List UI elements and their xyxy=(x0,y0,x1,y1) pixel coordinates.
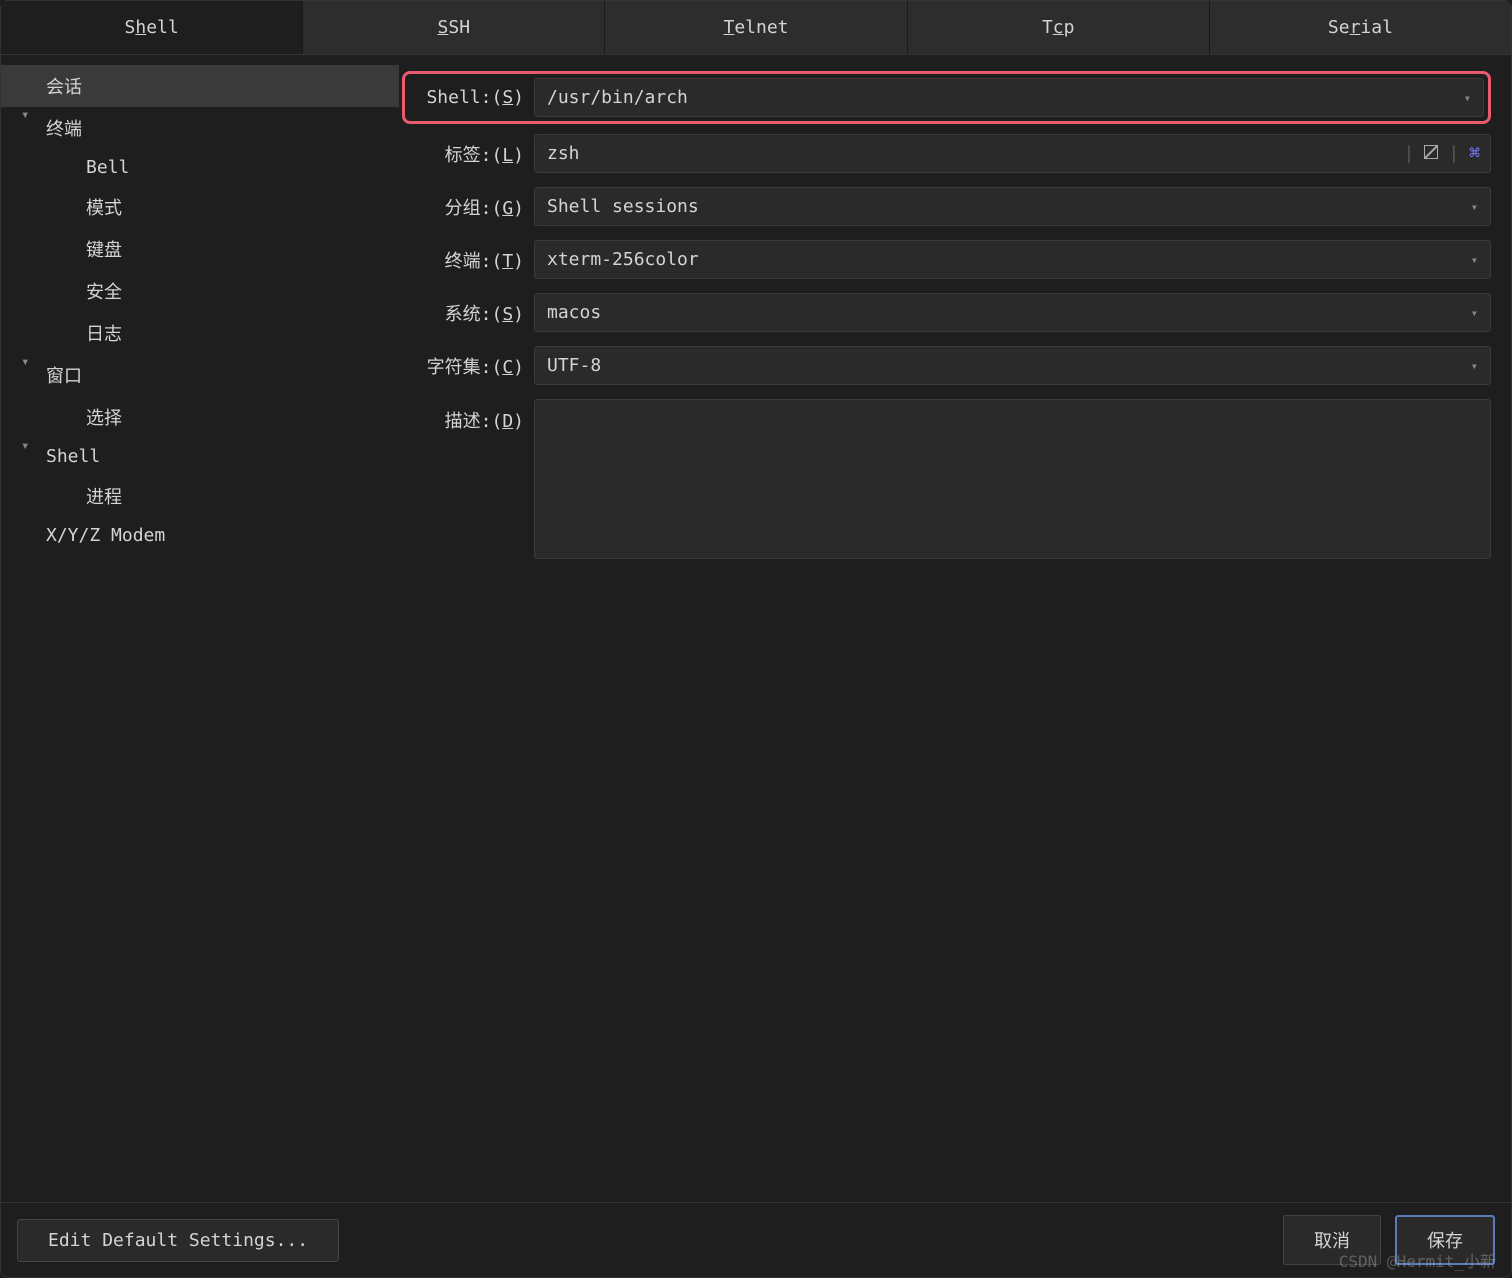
group-label: 分组:(G) xyxy=(409,194,534,220)
sidebar-item-mode[interactable]: 模式 xyxy=(1,186,399,228)
system-value: macos xyxy=(547,302,601,323)
label-label: 标签:(L) xyxy=(409,141,534,167)
chevron-down-icon[interactable]: ▾ xyxy=(21,107,29,123)
cancel-button[interactable]: 取消 xyxy=(1283,1215,1381,1265)
charset-select[interactable]: UTF-8 ▾ xyxy=(534,346,1491,385)
form-row-label: 标签:(L) | | ⌘ xyxy=(409,134,1491,173)
terminal-select[interactable]: xterm-256color ▾ xyxy=(534,240,1491,279)
group-select[interactable]: Shell sessions ▾ xyxy=(534,187,1491,226)
charset-value: UTF-8 xyxy=(547,355,601,376)
sidebar-item-shell[interactable]: Shell xyxy=(1,438,399,475)
sidebar-item-xyz-modem[interactable]: X/Y/Z Modem xyxy=(1,517,399,554)
form-row-description: 描述:(D) xyxy=(409,399,1491,559)
label-input[interactable] xyxy=(535,135,1403,172)
settings-tree: 会话 ▾终端 Bell 模式 键盘 安全 日志 ▾窗口 选择 ▾Shell 进程… xyxy=(1,55,399,1202)
footer: Edit Default Settings... 取消 保存 xyxy=(1,1202,1511,1277)
shell-select[interactable]: /usr/bin/arch ▾ xyxy=(534,78,1484,117)
system-label: 系统:(S) xyxy=(409,300,534,326)
sidebar-item-bell[interactable]: Bell xyxy=(1,149,399,186)
sidebar-item-session[interactable]: 会话 xyxy=(1,65,399,107)
terminal-value: xterm-256color xyxy=(547,249,699,270)
form-row-group: 分组:(G) Shell sessions ▾ xyxy=(409,187,1491,226)
content-area: 会话 ▾终端 Bell 模式 键盘 安全 日志 ▾窗口 选择 ▾Shell 进程… xyxy=(1,55,1511,1202)
form-row-shell: Shell:(S) /usr/bin/arch ▾ xyxy=(402,71,1491,124)
tab-serial[interactable]: Serial xyxy=(1210,1,1511,54)
tab-shell[interactable]: Shell xyxy=(1,1,303,54)
system-select[interactable]: macos ▾ xyxy=(534,293,1491,332)
tab-telnet[interactable]: Telnet xyxy=(605,1,907,54)
connection-type-tabs: Shell SSH Telnet Tcp Serial xyxy=(1,1,1511,55)
shell-value: /usr/bin/arch xyxy=(547,87,688,108)
sidebar-item-keyboard[interactable]: 键盘 xyxy=(1,228,399,270)
chevron-down-icon: ▾ xyxy=(1471,306,1478,320)
chevron-down-icon[interactable]: ▾ xyxy=(21,354,29,370)
chevron-down-icon: ▾ xyxy=(1471,200,1478,214)
form-row-terminal: 终端:(T) xterm-256color ▾ xyxy=(409,240,1491,279)
charset-label: 字符集:(C) xyxy=(409,353,534,379)
sidebar-item-window[interactable]: 窗口 xyxy=(1,354,399,396)
form-row-charset: 字符集:(C) UTF-8 ▾ xyxy=(409,346,1491,385)
sidebar-item-selection[interactable]: 选择 xyxy=(1,396,399,438)
sidebar-item-security[interactable]: 安全 xyxy=(1,270,399,312)
chevron-down-icon: ▾ xyxy=(1464,91,1471,105)
form-row-system: 系统:(S) macos ▾ xyxy=(409,293,1491,332)
label-input-wrap: | | ⌘ xyxy=(534,134,1491,173)
tab-tcp[interactable]: Tcp xyxy=(908,1,1210,54)
settings-window: Shell SSH Telnet Tcp Serial 会话 ▾终端 Bell … xyxy=(0,0,1512,1278)
chevron-down-icon: ▾ xyxy=(1471,253,1478,267)
sidebar-item-process[interactable]: 进程 xyxy=(1,475,399,517)
chevron-down-icon[interactable]: ▾ xyxy=(21,438,29,454)
edit-icon[interactable] xyxy=(1424,143,1438,164)
shell-label: Shell:(S) xyxy=(409,87,534,108)
description-label: 描述:(D) xyxy=(409,399,534,433)
form-panel: Shell:(S) /usr/bin/arch ▾ 标签:(L) | | ⌘ xyxy=(399,55,1511,1202)
sidebar-item-terminal[interactable]: 终端 xyxy=(1,107,399,149)
label-actions: | | ⌘ xyxy=(1403,143,1490,164)
chevron-down-icon: ▾ xyxy=(1471,359,1478,373)
group-value: Shell sessions xyxy=(547,196,699,217)
terminal-label: 终端:(T) xyxy=(409,247,534,273)
sidebar-item-log[interactable]: 日志 xyxy=(1,312,399,354)
tab-ssh[interactable]: SSH xyxy=(303,1,605,54)
description-textarea[interactable] xyxy=(534,399,1491,559)
edit-default-settings-button[interactable]: Edit Default Settings... xyxy=(17,1219,339,1262)
footer-actions: 取消 保存 xyxy=(1283,1215,1495,1265)
command-icon[interactable]: ⌘ xyxy=(1469,143,1480,164)
save-button[interactable]: 保存 xyxy=(1395,1215,1495,1265)
